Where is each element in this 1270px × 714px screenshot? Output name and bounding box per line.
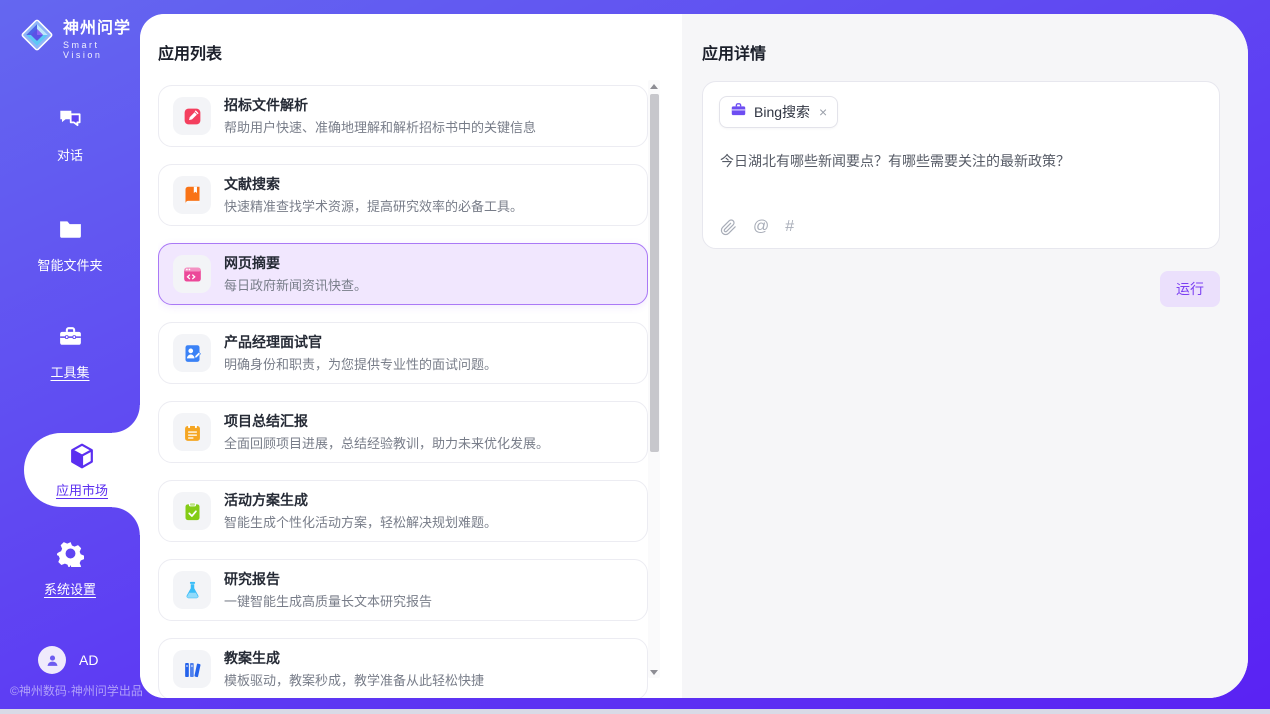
scroll-down-arrow[interactable] xyxy=(648,666,660,678)
sidebar-item-app-market[interactable]: 应用市场 xyxy=(24,433,140,507)
sidebar-item-label: 对话 xyxy=(57,145,83,164)
prompt-text[interactable]: 今日湖北有哪些新闻要点？有哪些需要关注的最新政策？ xyxy=(720,151,1199,172)
sidebar-item-toolset[interactable]: 工具集 xyxy=(0,323,140,381)
notepad-icon xyxy=(173,413,211,451)
app-desc: 智能生成个性化活动方案，轻松解决规划难题。 xyxy=(224,512,497,531)
app-list-panel: 应用列表 招标文件解析 帮助用户快速、准确地理解和解析招标书中的关键信息 xyxy=(140,14,682,698)
sidebar-item-label: 应用市场 xyxy=(56,480,108,499)
close-icon[interactable]: × xyxy=(819,105,827,119)
app-name: 文献搜索 xyxy=(224,175,523,193)
tool-tag-label: Bing搜索 xyxy=(754,102,810,122)
brand-subtitle: Smart Vision xyxy=(63,40,140,60)
app-card-web-summary[interactable]: 网页摘要 每日政府新闻资讯快查。 xyxy=(158,243,648,305)
user-account[interactable]: AD xyxy=(38,646,98,674)
chat-icon xyxy=(57,106,84,138)
clipboard-check-icon xyxy=(173,492,211,530)
app-desc: 帮助用户快速、准确地理解和解析招标书中的关键信息 xyxy=(224,117,536,136)
brand-logo: 神州问学 Smart Vision xyxy=(18,14,140,60)
app-name: 招标文件解析 xyxy=(224,96,536,114)
brand-name: 神州问学 xyxy=(63,14,140,38)
app-list-scrollbar[interactable] xyxy=(648,80,660,678)
tool-tag-bing-search[interactable]: Bing搜索 × xyxy=(719,96,838,128)
window-bottom-edge xyxy=(0,709,1270,714)
app-card-event-plan[interactable]: 活动方案生成 智能生成个性化活动方案，轻松解决规划难题。 xyxy=(158,480,648,542)
user-name: AD xyxy=(79,652,98,668)
scrollbar-thumb[interactable] xyxy=(650,94,659,452)
flask-icon xyxy=(173,571,211,609)
prompt-toolbar: @ # xyxy=(720,218,794,236)
app-list-title: 应用列表 xyxy=(140,14,682,64)
paperclip-icon[interactable] xyxy=(720,219,737,236)
gear-icon xyxy=(57,540,84,572)
sidebar-item-label: 工具集 xyxy=(50,362,89,381)
app-name: 教案生成 xyxy=(224,649,484,667)
sidebar-item-chat[interactable]: 对话 xyxy=(0,106,140,164)
hash-icon[interactable]: # xyxy=(785,218,794,236)
content-area: 应用列表 招标文件解析 帮助用户快速、准确地理解和解析招标书中的关键信息 xyxy=(140,14,1248,698)
scroll-up-arrow[interactable] xyxy=(648,80,660,92)
books-icon xyxy=(173,650,211,688)
app-name: 研究报告 xyxy=(224,570,432,588)
copyright-footer: ©神州数码·神州问学出品 xyxy=(10,682,143,699)
app-desc: 一键智能生成高质量长文本研究报告 xyxy=(224,591,432,610)
app-card-bid-parse[interactable]: 招标文件解析 帮助用户快速、准确地理解和解析招标书中的关键信息 xyxy=(158,85,648,147)
pen-square-icon xyxy=(173,97,211,135)
browser-code-icon xyxy=(173,255,211,293)
app-desc: 明确身份和职责，为您提供专业性的面试问题。 xyxy=(224,354,497,373)
app-desc: 模板驱动，教案秒成，教学准备从此轻松快捷 xyxy=(224,670,484,689)
folder-icon xyxy=(57,216,84,248)
app-desc: 每日政府新闻资讯快查。 xyxy=(224,275,367,294)
app-card-project-summary[interactable]: 项目总结汇报 全面回顾项目进展，总结经验教训，助力未来优化发展。 xyxy=(158,401,648,463)
app-card-pm-interviewer[interactable]: 产品经理面试官 明确身份和职责，为您提供专业性的面试问题。 xyxy=(158,322,648,384)
app-card-research-report[interactable]: 研究报告 一键智能生成高质量长文本研究报告 xyxy=(158,559,648,621)
sidebar: 神州问学 Smart Vision 对话 智能文件夹 xyxy=(0,0,140,714)
prompt-card: Bing搜索 × 今日湖北有哪些新闻要点？有哪些需要关注的最新政策？ @ # xyxy=(702,81,1220,249)
avatar xyxy=(38,646,66,674)
app-desc: 快速精准查找学术资源，提高研究效率的必备工具。 xyxy=(224,196,523,215)
app-name: 活动方案生成 xyxy=(224,491,497,509)
run-button[interactable]: 运行 xyxy=(1160,271,1220,307)
app-detail-title: 应用详情 xyxy=(682,14,1248,64)
briefcase-icon xyxy=(730,101,747,123)
app-name: 项目总结汇报 xyxy=(224,412,549,430)
sidebar-item-smart-folder[interactable]: 智能文件夹 xyxy=(0,216,140,274)
book-icon xyxy=(173,176,211,214)
at-icon[interactable]: @ xyxy=(753,218,769,236)
sidebar-item-label: 系统设置 xyxy=(44,579,96,598)
cube-icon xyxy=(67,441,97,476)
app-name: 网页摘要 xyxy=(224,254,367,272)
app-card-list: 招标文件解析 帮助用户快速、准确地理解和解析招标书中的关键信息 文献搜索 快速精… xyxy=(158,85,648,698)
app-name: 产品经理面试官 xyxy=(224,333,497,351)
sidebar-item-label: 智能文件夹 xyxy=(37,255,102,274)
app-detail-panel: 应用详情 Bing搜索 × 今日湖北有哪些新闻要点？有哪些需要关注的最新政策？ xyxy=(682,14,1248,698)
app-desc: 全面回顾项目进展，总结经验教训，助力未来优化发展。 xyxy=(224,433,549,452)
diamond-logo-icon xyxy=(18,16,56,59)
app-card-lesson-plan[interactable]: 教案生成 模板驱动，教案秒成，教学准备从此轻松快捷 xyxy=(158,638,648,698)
app-card-literature-search[interactable]: 文献搜索 快速精准查找学术资源，提高研究效率的必备工具。 xyxy=(158,164,648,226)
interviewer-icon xyxy=(173,334,211,372)
toolbox-icon xyxy=(57,323,84,355)
sidebar-item-settings[interactable]: 系统设置 xyxy=(0,540,140,598)
